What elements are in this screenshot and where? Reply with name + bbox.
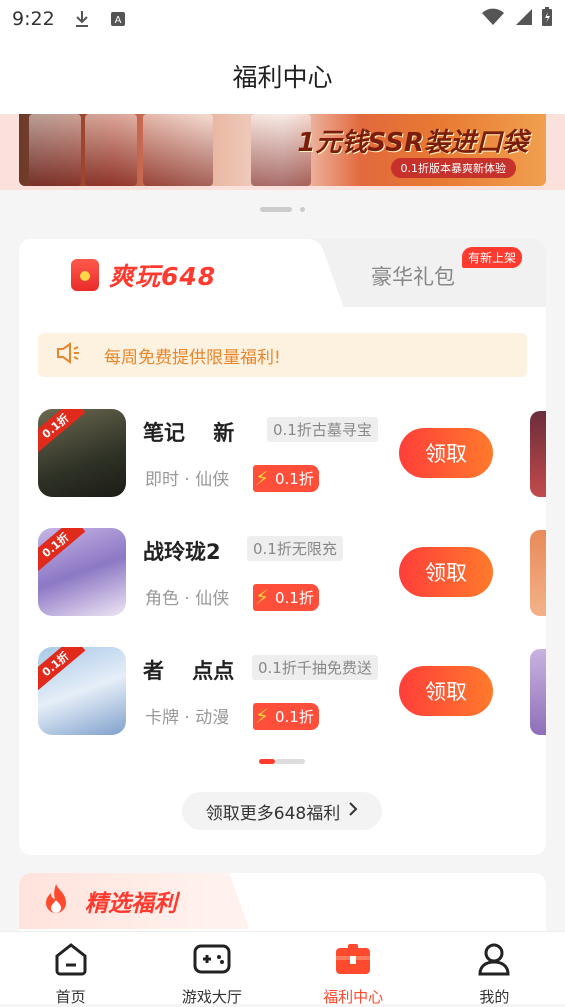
banner-character: [85, 114, 137, 186]
pagination-dot: [300, 207, 305, 212]
fire-icon: [41, 882, 71, 920]
game-tag: 0.1折无限充: [247, 536, 343, 561]
game-icon[interactable]: 0.1折: [38, 647, 126, 735]
wifi-icon: [481, 8, 505, 30]
game-meta: 卡牌 · 动漫: [145, 708, 230, 728]
status-time: 9:22: [12, 8, 55, 30]
discount-badge: 0.1折: [253, 584, 319, 611]
claim-button[interactable]: 领取: [399, 428, 493, 478]
tab-welfare-center[interactable]: 福利中心: [283, 932, 424, 1006]
pagination-dot-active: [259, 759, 275, 764]
section-tab[interactable]: 精选福利: [19, 873, 209, 929]
game-meta: 即时 · 仙侠: [145, 470, 230, 490]
tab-648[interactable]: 爽玩648: [71, 257, 216, 293]
selected-welfare-section: 精选福利: [19, 873, 546, 933]
claim-button[interactable]: 领取: [399, 547, 493, 597]
tab-game-hall[interactable]: 游戏大厅: [141, 932, 282, 1006]
user-icon: [476, 942, 512, 980]
tab-home[interactable]: 首页: [0, 932, 141, 1006]
game-icon[interactable]: 0.1折: [38, 409, 126, 497]
banner-subline: 0.1折版本暴爽新体验: [390, 158, 516, 178]
welfare-card: 爽玩648 豪华礼包 有新上架 每周免费提供限量福利! 0.1折 笔记 新 0.…: [19, 239, 546, 855]
game-name: 者 点点: [143, 659, 235, 681]
battery-icon: [541, 7, 553, 31]
bottom-tab-bar: 首页 游戏大厅 福利中心 我的: [0, 931, 565, 1006]
gamepad-icon: [192, 942, 232, 980]
pagination-dot-active: [260, 207, 292, 212]
next-page-preview: [530, 649, 546, 735]
page-header: 福利中心: [0, 38, 565, 114]
game-row: 0.1折 笔记 新 0.1折古墓寻宝 即时 · 仙侠 0.1折 领取: [19, 409, 546, 499]
tab-mine[interactable]: 我的: [424, 932, 565, 1006]
status-bar: 9:22 A: [0, 0, 565, 38]
more-label: 领取更多648福利: [205, 803, 341, 824]
list-pagination: [259, 759, 305, 764]
game-name: 笔记 新: [143, 421, 235, 443]
game-meta: 角色 · 仙侠: [145, 589, 230, 609]
home-icon: [53, 942, 89, 980]
game-row: 0.1折 者 点点 0.1折千抽免费送 卡牌 · 动漫 0.1折 领取: [19, 647, 546, 737]
more-648-button[interactable]: 领取更多648福利: [182, 792, 382, 830]
gift-box-icon: [333, 942, 373, 980]
banner-headline: 1元钱SSR装进口袋: [297, 128, 528, 158]
banner-pagination: [0, 207, 565, 212]
discount-corner: 0.1折: [38, 528, 85, 572]
discount-corner: 0.1折: [38, 409, 85, 453]
app-notification-icon: A: [109, 10, 127, 28]
game-row: 0.1折 战玲珑2 0.1折无限充 角色 · 仙侠 0.1折 领取: [19, 528, 546, 618]
banner-area: 1元钱SSR装进口袋 0.1折版本暴爽新体验: [0, 114, 565, 190]
discount-corner: 0.1折: [38, 647, 85, 691]
discount-badge: 0.1折: [253, 465, 319, 492]
download-icon: [73, 10, 91, 28]
game-tag: 0.1折古墓寻宝: [267, 417, 378, 442]
tab-label: 爽玩648: [109, 262, 217, 291]
page-title: 福利中心: [232, 63, 333, 92]
game-name: 战玲珑2: [143, 540, 221, 562]
welfare-tabs: 爽玩648 豪华礼包 有新上架: [19, 239, 546, 307]
notice-bar: 每周免费提供限量福利!: [38, 333, 527, 377]
notice-text: 每周免费提供限量福利!: [104, 347, 281, 368]
banner-character: [29, 114, 81, 186]
promo-banner[interactable]: 1元钱SSR装进口袋 0.1折版本暴爽新体验: [19, 114, 546, 186]
signal-icon: [513, 8, 533, 30]
banner-character: [143, 114, 213, 186]
chevron-right-icon: [348, 801, 358, 822]
tab-gift-pack[interactable]: 豪华礼包: [371, 261, 455, 291]
new-badge: 有新上架: [462, 247, 523, 268]
game-tag: 0.1折千抽免费送: [252, 655, 378, 680]
speaker-icon: [56, 342, 82, 368]
next-page-preview: [530, 411, 546, 497]
svg-text:A: A: [114, 15, 121, 26]
claim-button[interactable]: 领取: [399, 666, 493, 716]
pagination-dot: [275, 759, 305, 764]
discount-badge: 0.1折: [253, 703, 319, 730]
game-icon[interactable]: 0.1折: [38, 528, 126, 616]
section-title: 精选福利: [85, 891, 177, 917]
red-packet-icon: [71, 259, 99, 291]
next-page-preview: [530, 530, 546, 616]
